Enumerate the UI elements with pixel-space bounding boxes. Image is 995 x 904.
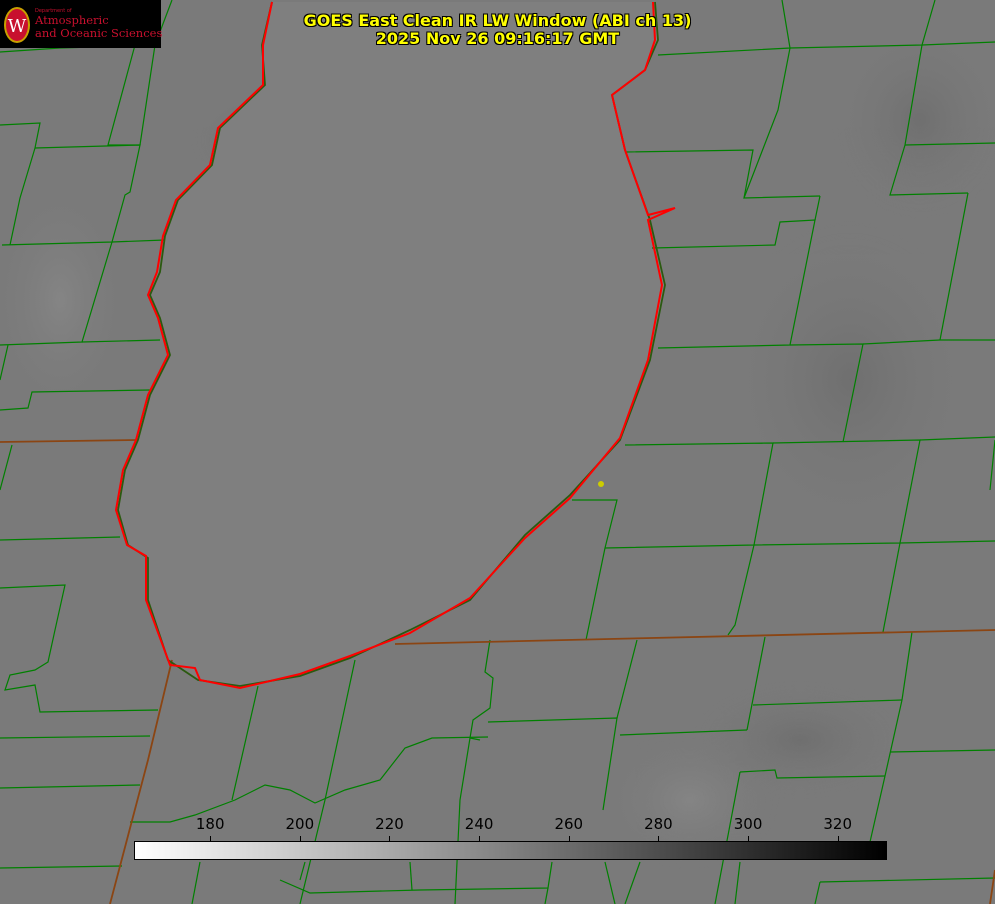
- colorbar-tick-label: 220: [375, 815, 404, 833]
- colorbar-tick-label: 320: [823, 815, 853, 833]
- colorbar-tick-label: 240: [464, 815, 494, 833]
- satellite-map: [0, 0, 995, 904]
- colorbar-tick-label: 180: [195, 815, 225, 833]
- colorbar-tick-label: 200: [285, 815, 315, 833]
- colorbar-tick-label: 260: [554, 815, 584, 833]
- image-title: GOES East Clean IR LW Window (ABI ch 13): [303, 11, 692, 30]
- colorbar: [134, 841, 887, 860]
- location-marker: [598, 481, 604, 487]
- image-timestamp: 2025 Nov 26 09:16:17 GMT: [375, 29, 620, 48]
- colorbar-tick-label: 280: [644, 815, 673, 833]
- colorbar-tick-label: 300: [733, 815, 763, 833]
